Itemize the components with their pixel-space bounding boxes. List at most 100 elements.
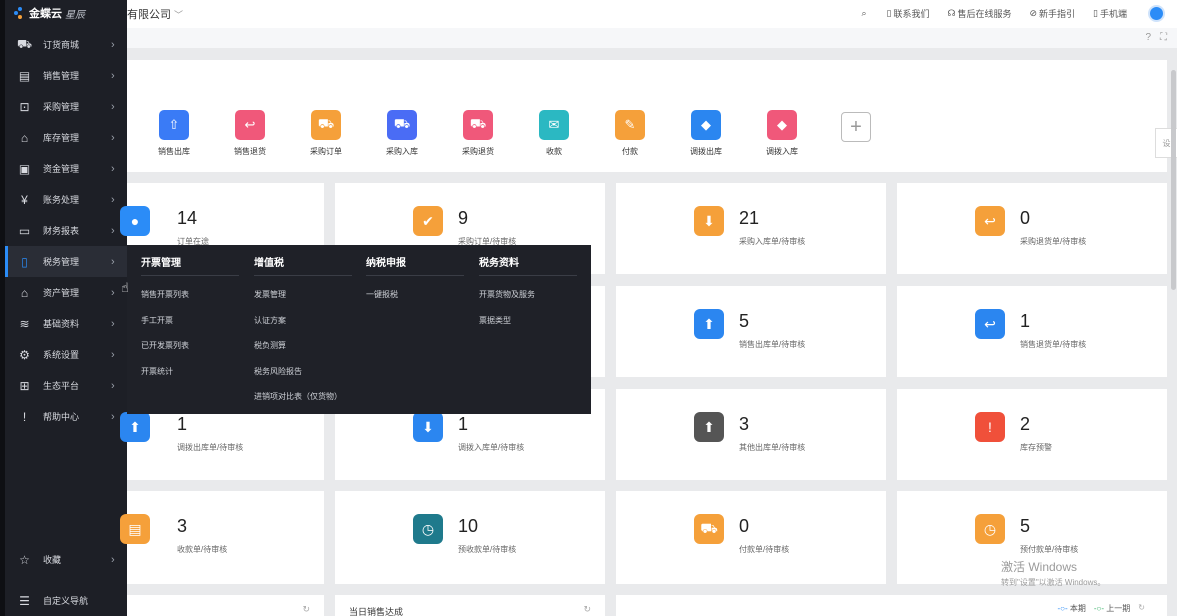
quick-action-label: 采购退货 bbox=[462, 147, 494, 156]
daily-sales-title: 当日销售达成 bbox=[349, 607, 404, 616]
sidebar-item-label: 订货商城 bbox=[43, 40, 80, 50]
order-icon: ● bbox=[119, 205, 151, 237]
sidebar-item-label: 基础资料 bbox=[43, 319, 80, 329]
flyout-link[interactable]: 认证方案 bbox=[254, 315, 286, 326]
sidebar-item-5[interactable]: ¥ 账务处理 › bbox=[5, 184, 127, 215]
sidebar-item-0[interactable]: ⛟ 订货商城 › bbox=[5, 29, 127, 60]
chevron-right-icon: › bbox=[111, 286, 115, 299]
chevron-right-icon: › bbox=[111, 69, 115, 82]
flyout-link[interactable]: 票据类型 bbox=[479, 315, 511, 326]
fullscreen-icon[interactable]: ⛶ bbox=[1160, 32, 1167, 43]
sidebar-bottom-item-0[interactable]: ☆ 收藏 › bbox=[5, 544, 127, 575]
stat-value: 9 bbox=[458, 208, 469, 228]
star-icon: ☆ bbox=[19, 552, 30, 567]
layers-icon: ≋ bbox=[19, 316, 30, 331]
bottom-tile-1: ↻ bbox=[127, 595, 324, 616]
add-shortcut-button[interactable]: + bbox=[841, 112, 871, 142]
flyout-link[interactable]: 一键报税 bbox=[366, 289, 398, 300]
refresh-icon[interactable]: ↻ bbox=[1138, 603, 1145, 614]
sidebar-item-6[interactable]: ▭ 财务报表 › bbox=[5, 215, 127, 246]
quick-action-6[interactable]: ✎ 付款 bbox=[595, 110, 665, 157]
flyout-link[interactable]: 发票管理 bbox=[254, 289, 286, 300]
chevron-down-icon: ﹀ bbox=[174, 10, 184, 20]
logo[interactable]: 金蝶云 星辰 bbox=[14, 6, 85, 21]
flyout-link[interactable]: 开票统计 bbox=[141, 366, 173, 377]
quick-action-label: 采购入库 bbox=[386, 147, 418, 156]
flyout-link[interactable]: 已开发票列表 bbox=[141, 340, 189, 351]
flyout-column-title: 开票管理 bbox=[141, 258, 181, 269]
stat-card-13[interactable]: ◷ 10 预收款单/待审核 bbox=[335, 491, 605, 584]
quick-action-4[interactable]: ⛟ 采购退货 bbox=[443, 110, 513, 157]
chevron-right-icon: › bbox=[111, 38, 115, 51]
quick-actions-panel: ⇧ 销售出库 ↩ 销售退货 ⛟ 采购订单 ⛟ 采购入库 ⛟ 采购退货 ✉ 收款 ✎ 付款 ◆ 调拨出库 ◆ 调拨入… bbox=[127, 60, 1167, 172]
quick-action-2[interactable]: ⛟ 采购订单 bbox=[291, 110, 361, 157]
sidebar-item-7[interactable]: ▯ 税务管理 › bbox=[5, 246, 127, 277]
quick-action-3[interactable]: ⛟ 采购入库 bbox=[367, 110, 437, 157]
flyout-column-title: 增值税 bbox=[254, 258, 284, 269]
quick-action-7[interactable]: ◆ 调拨出库 bbox=[671, 110, 741, 157]
grid-icon: ⊞ bbox=[19, 378, 30, 393]
stat-card-6[interactable]: ⬆ 5 销售出库单/待审核 bbox=[616, 286, 886, 377]
sidebar-item-12[interactable]: ! 帮助中心 › bbox=[5, 401, 127, 432]
stat-value: 5 bbox=[1020, 516, 1031, 536]
flyout-link[interactable]: 税负测算 bbox=[254, 340, 286, 351]
avatar[interactable] bbox=[1148, 5, 1165, 22]
doc-check-icon: ✔ bbox=[412, 205, 444, 237]
chevron-right-icon: › bbox=[111, 553, 115, 566]
scrollbar[interactable] bbox=[1171, 70, 1176, 290]
pay-icon: ✎ bbox=[615, 110, 645, 140]
quick-action-8[interactable]: ◆ 调拨入库 bbox=[747, 110, 817, 157]
yen-icon: ¥ bbox=[21, 192, 28, 207]
stat-card-10[interactable]: ⬆ 3 其他出库单/待审核 bbox=[616, 389, 886, 480]
stat-card-14[interactable]: ⛟ 0 付款单/待审核 bbox=[616, 491, 886, 584]
asset-icon: ⌂ bbox=[20, 285, 29, 300]
stat-label: 付款单/待审核 bbox=[739, 545, 790, 554]
help-icon: ! bbox=[22, 409, 27, 424]
flyout-link[interactable]: 税务风险报告 bbox=[254, 366, 302, 377]
mouse-cursor-icon: ☝ bbox=[121, 280, 129, 295]
stat-label: 预付款单/待审核 bbox=[1020, 545, 1079, 554]
stat-card-12[interactable]: ▤ 3 收款单/待审核 bbox=[120, 491, 324, 584]
sidebar-item-2[interactable]: ⊡ 采购管理 › bbox=[5, 91, 127, 122]
sidebar-item-4[interactable]: ▣ 资金管理 › bbox=[5, 153, 127, 184]
chevron-right-icon: › bbox=[111, 255, 115, 268]
sidebar-item-8[interactable]: ⌂ 资产管理 › bbox=[5, 277, 127, 308]
stat-card-7[interactable]: ↩ 1 销售退货单/待审核 bbox=[897, 286, 1167, 377]
help-circle-icon[interactable]: ? bbox=[1145, 32, 1151, 43]
refresh-icon[interactable]: ↻ bbox=[302, 604, 310, 615]
top-link-3[interactable]: ⊘ 新手指引 bbox=[1029, 7, 1075, 20]
cart-pay-icon: ⛟ bbox=[693, 513, 725, 545]
chart-legend: -○- 本期 -○- 上一期 ↻ bbox=[1057, 603, 1145, 614]
quick-action-1[interactable]: ↩ 销售退货 bbox=[215, 110, 285, 157]
sidebar-item-3[interactable]: ⌂ 库存管理 › bbox=[5, 122, 127, 153]
top-link-0[interactable]: ⌕ bbox=[861, 8, 868, 19]
tax-management-flyout: 开票管理销售开票列表 手工开票已开发票列表 开票统计 增值税发票管理认证方案税负测算税… bbox=[127, 245, 591, 414]
flyout-link[interactable]: 手工开票 bbox=[141, 315, 173, 326]
stat-card-3[interactable]: ↩ 0 采购退货单/待审核 bbox=[897, 183, 1167, 274]
top-link-2[interactable]: ☊ 售后在线服务 bbox=[947, 7, 1011, 20]
bottom-tile-3: -○- 本期 -○- 上一期 ↻ bbox=[616, 595, 1167, 616]
sidebar-item-10[interactable]: ⚙ 系统设置 › bbox=[5, 339, 127, 370]
stat-card-11[interactable]: ! 2 库存预警 bbox=[897, 389, 1167, 480]
flyout-link[interactable]: 进销项对比表（仅货物） bbox=[254, 391, 342, 402]
quick-action-5[interactable]: ✉ 收款 bbox=[519, 110, 589, 157]
top-link-4[interactable]: ▯ 手机端 bbox=[1093, 7, 1127, 20]
flyout-link[interactable]: 开票货物及服务 bbox=[479, 289, 535, 300]
refresh-icon[interactable]: ↻ bbox=[583, 604, 591, 615]
quick-action-0[interactable]: ⇧ 销售出库 bbox=[139, 110, 209, 157]
sidebar-item-9[interactable]: ≋ 基础资料 › bbox=[5, 308, 127, 339]
sidebar-item-11[interactable]: ⊞ 生态平台 › bbox=[5, 370, 127, 401]
sidebar-item-label: 税务管理 bbox=[43, 257, 80, 267]
sidebar-bottom-item-1[interactable]: ☰ 自定义导航 bbox=[5, 585, 127, 616]
sidebar-item-1[interactable]: ▤ 销售管理 › bbox=[5, 60, 127, 91]
chevron-right-icon: › bbox=[111, 193, 115, 206]
watermark-line2: 转到"设置"以激活 Windows。 bbox=[1001, 578, 1106, 587]
flyout-link[interactable]: 销售开票列表 bbox=[141, 289, 189, 300]
warehouse-icon: ⌂ bbox=[20, 130, 29, 145]
company-switcher[interactable]: 有限公司 ﹀ bbox=[127, 6, 183, 22]
top-link-1[interactable]: ▯ 联系我们 bbox=[886, 7, 929, 20]
stat-card-2[interactable]: ⬇ 21 采购入库单/待审核 bbox=[616, 183, 886, 274]
gear-icon: ⚙ bbox=[19, 347, 30, 362]
flyout-column-title: 纳税申报 bbox=[366, 258, 406, 269]
quick-action-label: 销售出库 bbox=[158, 147, 190, 156]
